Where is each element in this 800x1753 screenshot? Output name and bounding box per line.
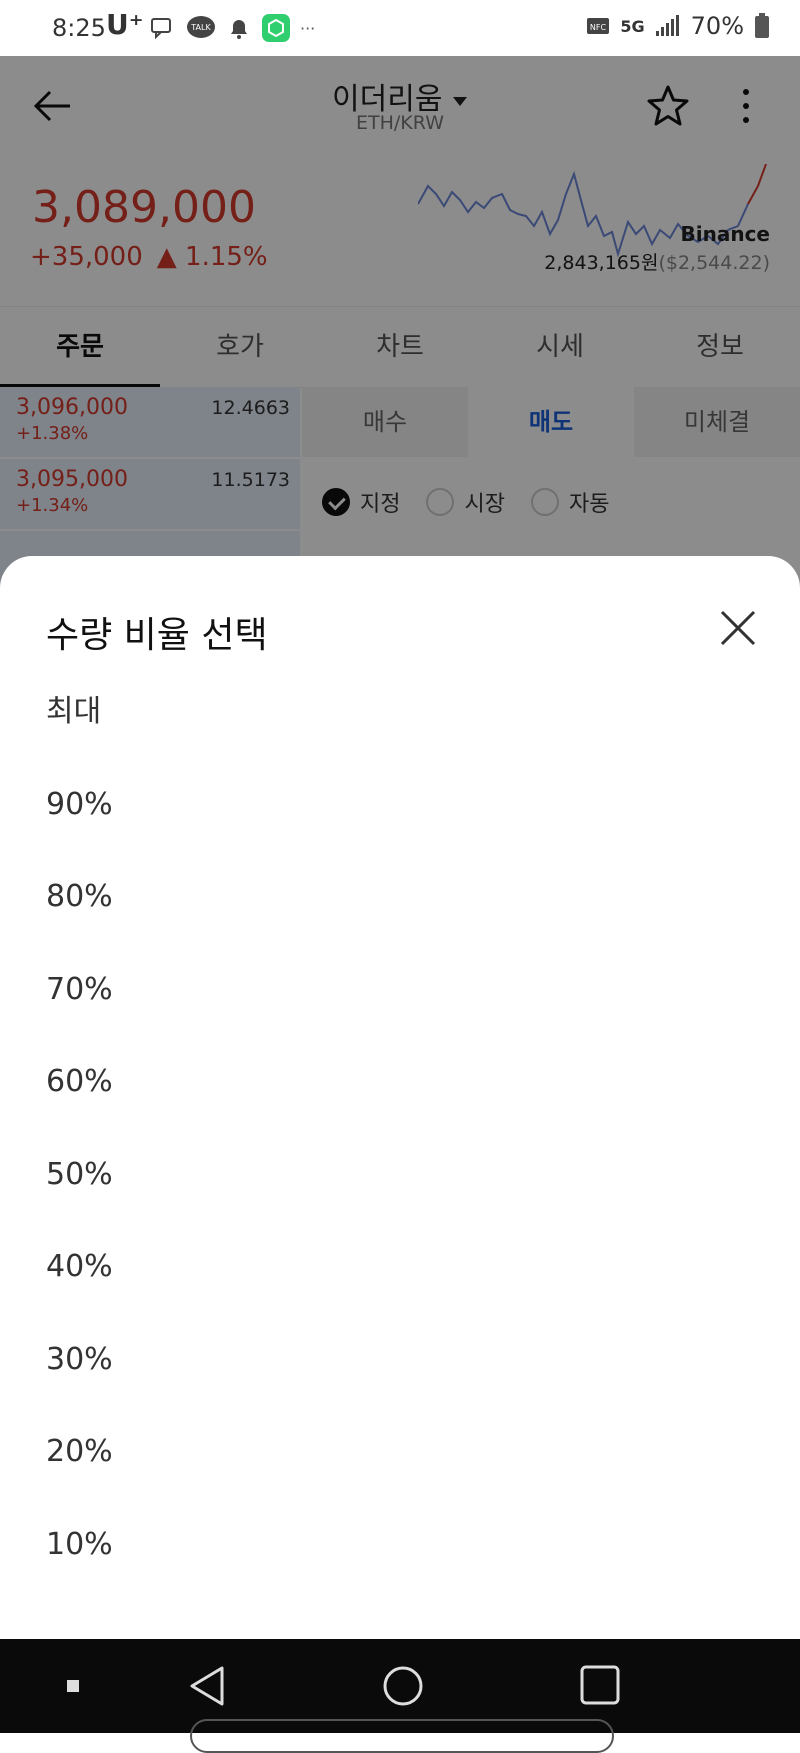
status-bar: 8:25 U⁺ TALK ··· NFC 5G 70%: [0, 0, 800, 56]
app-icon: [262, 14, 290, 42]
ratio-option-90[interactable]: 90%: [0, 759, 800, 852]
notification-icons: TALK ···: [150, 14, 315, 42]
battery-percent: 70%: [690, 12, 744, 40]
ratio-bottom-sheet: 수량 비율 선택 최대 90% 80% 70% 60% 50% 40% 30% …: [0, 556, 800, 1639]
ratio-options: 최대 90% 80% 70% 60% 50% 40% 30% 20% 10%: [0, 666, 800, 1591]
ratio-option-60[interactable]: 60%: [0, 1036, 800, 1129]
ratio-option-40[interactable]: 40%: [0, 1221, 800, 1314]
nfc-icon: NFC: [587, 18, 610, 34]
nav-home-icon[interactable]: [382, 1665, 424, 1707]
status-right: NFC 5G 70%: [586, 12, 770, 40]
battery-icon: [755, 13, 769, 38]
nav-back-icon[interactable]: [188, 1665, 228, 1707]
more-notifications: ···: [300, 18, 316, 38]
close-icon[interactable]: [712, 602, 764, 654]
nav-dot-icon: [67, 1680, 79, 1692]
status-time: 8:25: [52, 14, 106, 42]
ratio-option-max[interactable]: 최대: [0, 666, 800, 759]
kakaotalk-icon: TALK: [187, 16, 215, 38]
gesture-handle: [190, 1719, 614, 1753]
ratio-option-20[interactable]: 20%: [0, 1406, 800, 1499]
svg-text:TALK: TALK: [190, 23, 211, 32]
carrier-label: U⁺: [106, 8, 144, 41]
sheet-title: 수량 비율 선택: [46, 615, 268, 656]
ratio-option-10[interactable]: 10%: [0, 1499, 800, 1592]
system-nav-bar: [0, 1639, 800, 1753]
network-label: 5G: [620, 16, 645, 36]
signal-icon: [655, 15, 679, 36]
message-icon: [151, 18, 171, 40]
alarm-icon: [231, 20, 247, 39]
nav-recents-icon[interactable]: [580, 1665, 620, 1705]
ratio-option-30[interactable]: 30%: [0, 1314, 800, 1407]
svg-text:NFC: NFC: [590, 23, 607, 32]
ratio-option-50[interactable]: 50%: [0, 1129, 800, 1222]
ratio-option-70[interactable]: 70%: [0, 944, 800, 1037]
ratio-option-80[interactable]: 80%: [0, 851, 800, 944]
